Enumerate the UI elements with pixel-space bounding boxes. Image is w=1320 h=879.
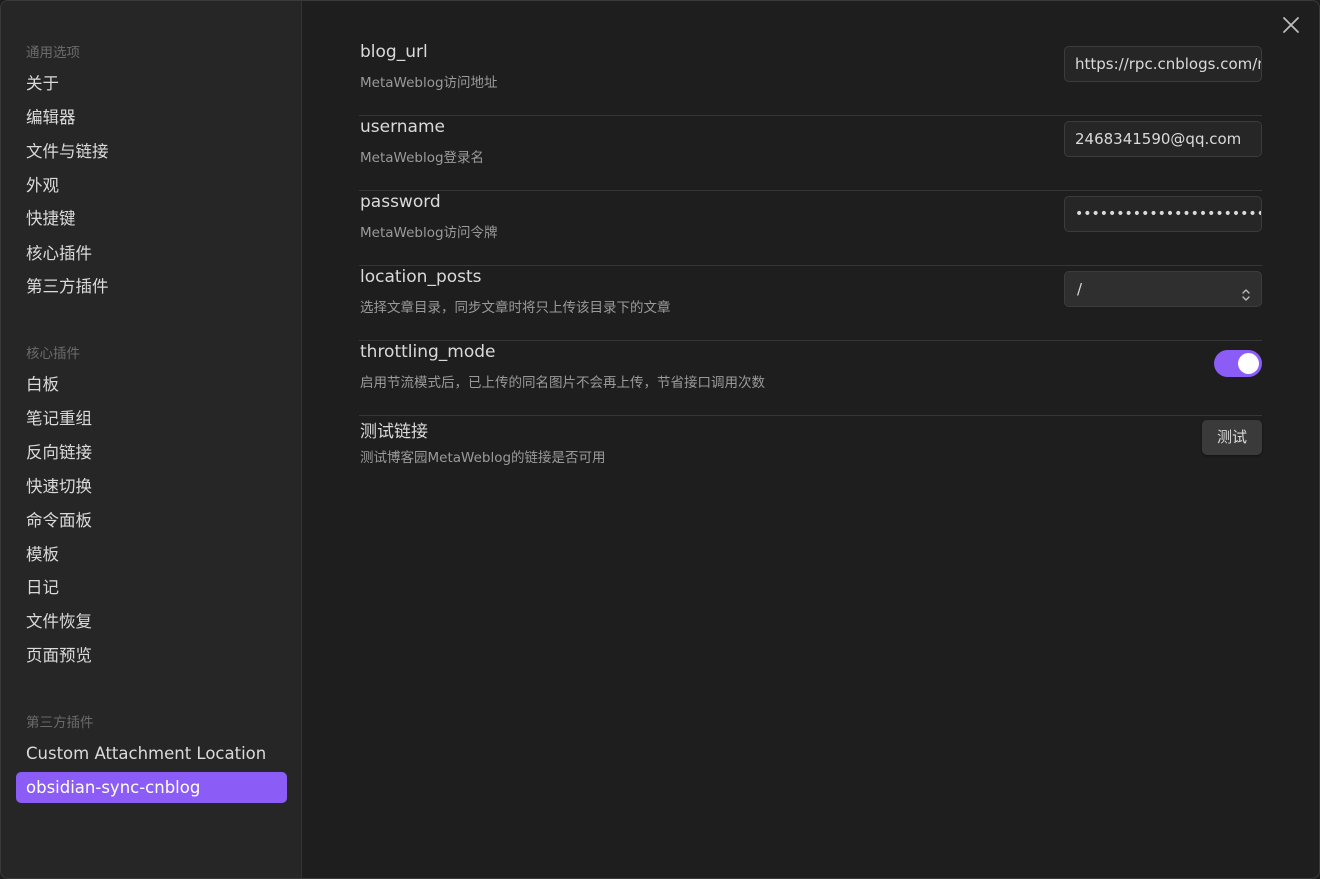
sidebar-item-backlinks[interactable]: 反向链接 [16,437,287,468]
password-input[interactable]: •••••••••••••••••••••••••••••••• [1064,196,1262,232]
sidebar-item-templates[interactable]: 模板 [16,539,287,570]
throttling-mode-toggle[interactable] [1214,350,1262,377]
core-plugins-heading: 核心插件 [26,346,80,362]
sidebar-item-hotkeys[interactable]: 快捷键 [16,203,287,234]
sidebar-item-community-plugins[interactable]: 第三方插件 [16,271,287,302]
sidebar-item-daily-notes[interactable]: 日记 [16,572,287,603]
setting-name: location_posts [360,267,482,287]
sidebar-item-file-recovery[interactable]: 文件恢复 [16,606,287,637]
setting-password: password MetaWeblog访问令牌 ••••••••••••••••… [359,191,1262,266]
setting-description: 选择文章目录，同步文章时将只上传该目录下的文章 [360,300,671,316]
general-options-heading: 通用选项 [26,45,80,61]
setting-description: MetaWeblog登录名 [360,150,485,166]
toggle-knob [1238,353,1259,374]
sidebar-item-appearance[interactable]: 外观 [16,170,287,201]
setting-description: MetaWeblog访问令牌 [360,225,498,241]
dropdown-selected-value: / [1077,280,1083,298]
setting-username: username MetaWeblog登录名 2468341590@qq.com [359,116,1262,191]
setting-name: blog_url [360,42,428,62]
setting-description: 测试博客园MetaWeblog的链接是否可用 [360,450,606,466]
sidebar-item-custom-attachment-location[interactable]: Custom Attachment Location [16,738,287,769]
setting-test-link: 测试链接 测试博客园MetaWeblog的链接是否可用 测试 [359,416,1262,491]
sidebar-item-editor[interactable]: 编辑器 [16,102,287,133]
setting-description: 启用节流模式后，已上传的同名图片不会再上传，节省接口调用次数 [360,375,765,391]
setting-name: username [360,117,445,137]
sidebar-item-page-preview[interactable]: 页面预览 [16,640,287,671]
setting-description: MetaWeblog访问地址 [360,75,498,91]
location-posts-dropdown[interactable]: / [1064,271,1262,307]
test-button[interactable]: 测试 [1202,420,1262,455]
setting-name: 测试链接 [360,422,428,442]
community-plugins-heading: 第三方插件 [26,715,94,731]
chevron-up-down-icon [1240,281,1252,301]
sidebar-item-canvas[interactable]: 白板 [16,369,287,400]
sidebar-item-quick-switcher[interactable]: 快速切换 [16,471,287,502]
sidebar-item-about[interactable]: 关于 [16,68,287,99]
settings-sidebar: 通用选项 关于 编辑器 文件与链接 外观 快捷键 核心插件 第三方插件 核心插件… [1,1,302,878]
blog-url-input[interactable]: https://rpc.cnblogs.com/metaweblog/ [1064,46,1262,82]
setting-name: throttling_mode [360,342,496,362]
sidebar-item-command-palette[interactable]: 命令面板 [16,505,287,536]
sidebar-item-files-links[interactable]: 文件与链接 [16,136,287,167]
sidebar-item-note-composer[interactable]: 笔记重组 [16,403,287,434]
username-input[interactable]: 2468341590@qq.com [1064,121,1262,157]
setting-name: password [360,192,441,212]
setting-location-posts: location_posts 选择文章目录，同步文章时将只上传该目录下的文章 / [359,266,1262,341]
setting-blog-url: blog_url MetaWeblog访问地址 https://rpc.cnbl… [359,41,1262,116]
sidebar-item-obsidian-sync-cnblog[interactable]: obsidian-sync-cnblog [16,772,287,803]
settings-modal: 通用选项 关于 编辑器 文件与链接 外观 快捷键 核心插件 第三方插件 核心插件… [0,0,1320,879]
setting-throttling-mode: throttling_mode 启用节流模式后，已上传的同名图片不会再上传，节省… [359,341,1262,416]
sidebar-item-core-plugins[interactable]: 核心插件 [16,238,287,269]
close-icon[interactable] [1280,14,1302,36]
